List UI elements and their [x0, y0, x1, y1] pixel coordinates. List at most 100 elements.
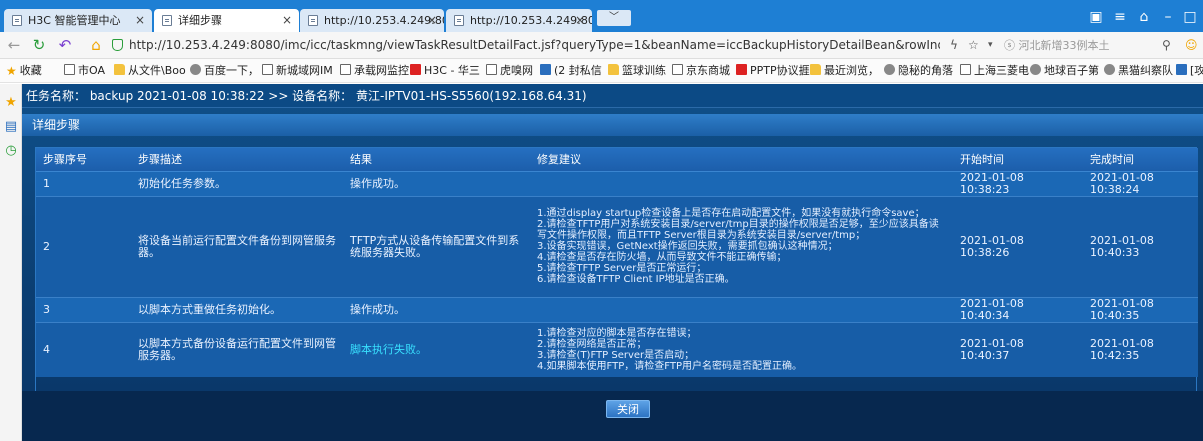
maximize-icon[interactable]: □ — [1180, 9, 1200, 25]
home-icon[interactable]: ⌂ — [87, 36, 105, 54]
col-header-step-no[interactable]: 步骤序号 — [36, 148, 131, 172]
search-placeholder: 河北新增33例本土 — [1018, 39, 1110, 52]
bookmark-label: PPTP协议捱 — [750, 64, 810, 77]
bookmark-item[interactable]: 从文件\Boo — [114, 62, 186, 80]
refresh-icon[interactable]: ↻ — [30, 36, 48, 54]
bookmark-label: 市OA — [78, 64, 105, 77]
url-field[interactable]: http://10.253.4.249:8080/imc/icc/taskmng… — [112, 36, 940, 55]
tab-h3c-imc[interactable]: H3C 智能管理中心 × — [4, 9, 152, 32]
bookmark-item[interactable]: PPTP协议捱 — [736, 62, 810, 80]
search-engine-icon: ⓢ — [1004, 39, 1015, 52]
bookmark-item[interactable]: H3C - 华三 — [410, 62, 480, 80]
h3c-logo-icon — [410, 64, 421, 75]
tab-url-1[interactable]: http://10.253.4.249:80 × — [300, 9, 444, 32]
globe-icon — [1030, 64, 1041, 75]
star-icon: ★ — [6, 64, 17, 78]
fix-line: 3.设备实现错误，GetNext操作返回失败，需要抓包确认这种情况； — [537, 241, 838, 252]
page-icon — [308, 15, 318, 26]
bookmarks-bar: ★ 收藏 市OA 从文件\Boo 百度一下， 新城域网IM 承载网监控 H3C -… — [0, 59, 1203, 83]
folder-icon — [114, 64, 125, 75]
back-icon[interactable]: ← — [5, 36, 23, 54]
cell-description: 以脚本方式重做任务初始化。 — [131, 297, 343, 323]
bookmark-item[interactable]: 虎嗅网 — [486, 62, 533, 80]
close-tab-icon[interactable]: × — [575, 9, 585, 32]
bookmark-item[interactable]: 承载网监控 — [340, 62, 409, 80]
table-row[interactable]: 4 以脚本方式备份设备运行配置文件到网管服务器。 脚本执行失败。 1.请检查对应… — [36, 322, 1198, 377]
close-tab-icon[interactable]: × — [282, 9, 292, 32]
fix-line: 2.请检查TFTP用户对系统安装目录/server/tmp目录的操作权限是否足够… — [537, 219, 939, 241]
cell-fix-suggestion — [530, 171, 953, 197]
search-input[interactable]: ⓢ 河北新增33例本土 — [1004, 36, 1184, 55]
shirt-icon[interactable]: ⌂ — [1134, 9, 1154, 25]
cell-start-time: 2021-01-08 10:40:37 — [953, 322, 1083, 377]
bookmark-label: 隐秘的角落 — [898, 64, 953, 77]
cell-fix-suggestion — [530, 297, 953, 323]
table-row[interactable]: 2 将设备当前运行配置文件备份到网管服务器。 TFTP方式从设备传输配置文件到系… — [36, 196, 1198, 298]
chevron-down-icon[interactable]: ▾ — [988, 36, 993, 54]
bookmark-label: 篮球训练 — [622, 64, 666, 77]
bookmark-item[interactable]: 黑猫纠察队 — [1104, 62, 1173, 80]
app-window-icon[interactable]: ▣ — [1086, 9, 1106, 25]
globe-icon — [884, 64, 895, 75]
table-row[interactable]: 1 初始化任务参数。 操作成功。 2021-01-08 10:38:23 202… — [36, 171, 1198, 197]
page-content: 任务名称： backup 2021-01-08 10:38:22 >> 设备名称… — [22, 84, 1203, 441]
favorites-star-icon[interactable]: ★ — [4, 96, 18, 110]
bookmark-item[interactable]: 最近浏览， — [810, 62, 879, 80]
col-header-description[interactable]: 步骤描述 — [131, 148, 343, 172]
cell-result: 操作成功。 — [343, 297, 530, 323]
fix-line: 5.请检查TFTP Server是否正常运行； — [537, 263, 707, 274]
cell-step-no: 3 — [36, 297, 131, 323]
lightning-icon[interactable]: ϟ — [950, 36, 958, 54]
undo-icon[interactable]: ↶ — [56, 36, 74, 54]
table-header-row: 步骤序号 步骤描述 结果 修复建议 开始时间 完成时间 — [36, 148, 1198, 172]
bookmark-label: [攻 — [1190, 64, 1203, 77]
search-icon[interactable]: ⚲ — [1162, 36, 1171, 54]
bookmark-item[interactable]: 百度一下， — [190, 62, 259, 80]
bookmark-favorites[interactable]: ★ 收藏 — [6, 62, 42, 80]
browser-tab-strip: H3C 智能管理中心 × 详细步骤 × http://10.253.4.249:… — [0, 0, 1203, 32]
folder-icon — [810, 64, 821, 75]
cell-description: 初始化任务参数。 — [131, 171, 343, 197]
bookmark-item[interactable]: 篮球训练 — [608, 62, 666, 80]
bookmark-item[interactable]: 京东商城 — [672, 62, 730, 80]
col-header-end-time[interactable]: 完成时间 — [1083, 148, 1198, 172]
browser-side-panel: ★ ▤ ◷ — [0, 84, 22, 441]
tab-label: 详细步骤 — [178, 14, 222, 27]
page-icon — [12, 15, 22, 26]
tab-label: http://10.253.4.249:80 — [470, 14, 592, 27]
bookmark-item[interactable]: 上海三菱电 — [960, 62, 1029, 80]
col-header-result[interactable]: 结果 — [343, 148, 530, 172]
bookmark-item[interactable]: 地球百子第 — [1030, 62, 1099, 80]
bookmark-item[interactable]: 市OA — [64, 62, 105, 80]
bookmark-star-icon[interactable]: ☆ — [968, 36, 979, 54]
close-tab-icon[interactable]: × — [427, 9, 437, 32]
col-header-start-time[interactable]: 开始时间 — [953, 148, 1083, 172]
globe-icon — [190, 64, 201, 75]
clock-icon[interactable]: ◷ — [4, 144, 18, 158]
close-button[interactable]: 关闭 — [606, 400, 650, 418]
cell-result: TFTP方式从设备传输配置文件到系统服务器失败。 — [343, 196, 530, 298]
cell-start-time: 2021-01-08 10:38:23 — [953, 171, 1083, 197]
bookmark-label: 虎嗅网 — [500, 64, 533, 77]
tab-url-2[interactable]: http://10.253.4.249:80 × — [446, 9, 592, 32]
tab-label: H3C 智能管理中心 — [28, 14, 121, 27]
table-row[interactable]: 3 以脚本方式重做任务初始化。 操作成功。 2021-01-08 10:40:3… — [36, 297, 1198, 323]
extension-icon[interactable]: ☺ — [1185, 36, 1198, 54]
bookmark-item[interactable]: 隐秘的角落 — [884, 62, 953, 80]
fix-line: 3.请检查(T)FTP Server是否启动； — [537, 349, 695, 361]
minimize-icon[interactable]: – — [1158, 9, 1178, 25]
cell-end-time: 2021-01-08 10:40:33 — [1083, 196, 1198, 298]
bookmark-item[interactable]: 新城域网IM — [262, 62, 333, 80]
document-icon[interactable]: ▤ — [4, 120, 18, 134]
page-icon — [486, 64, 497, 75]
tab-detail-steps[interactable]: 详细步骤 × — [154, 9, 299, 32]
col-header-fix-suggestion[interactable]: 修复建议 — [530, 148, 953, 172]
bookmark-item[interactable]: (2 封私信 — [540, 62, 602, 80]
steps-table: 步骤序号 步骤描述 结果 修复建议 开始时间 完成时间 1 初始化任务参数。 操… — [36, 148, 1198, 377]
bookmark-item[interactable]: [攻 — [1176, 62, 1203, 80]
tab-list-chevron-icon[interactable]: ﹀ — [597, 10, 631, 26]
cell-fix-suggestion: 1.通过display startup检查设备上是否存在启动配置文件，如果没有就… — [530, 196, 953, 298]
cell-result-failed[interactable]: 脚本执行失败。 — [343, 322, 530, 377]
close-tab-icon[interactable]: × — [135, 9, 145, 32]
menu-icon[interactable]: ≡ — [1110, 9, 1130, 25]
